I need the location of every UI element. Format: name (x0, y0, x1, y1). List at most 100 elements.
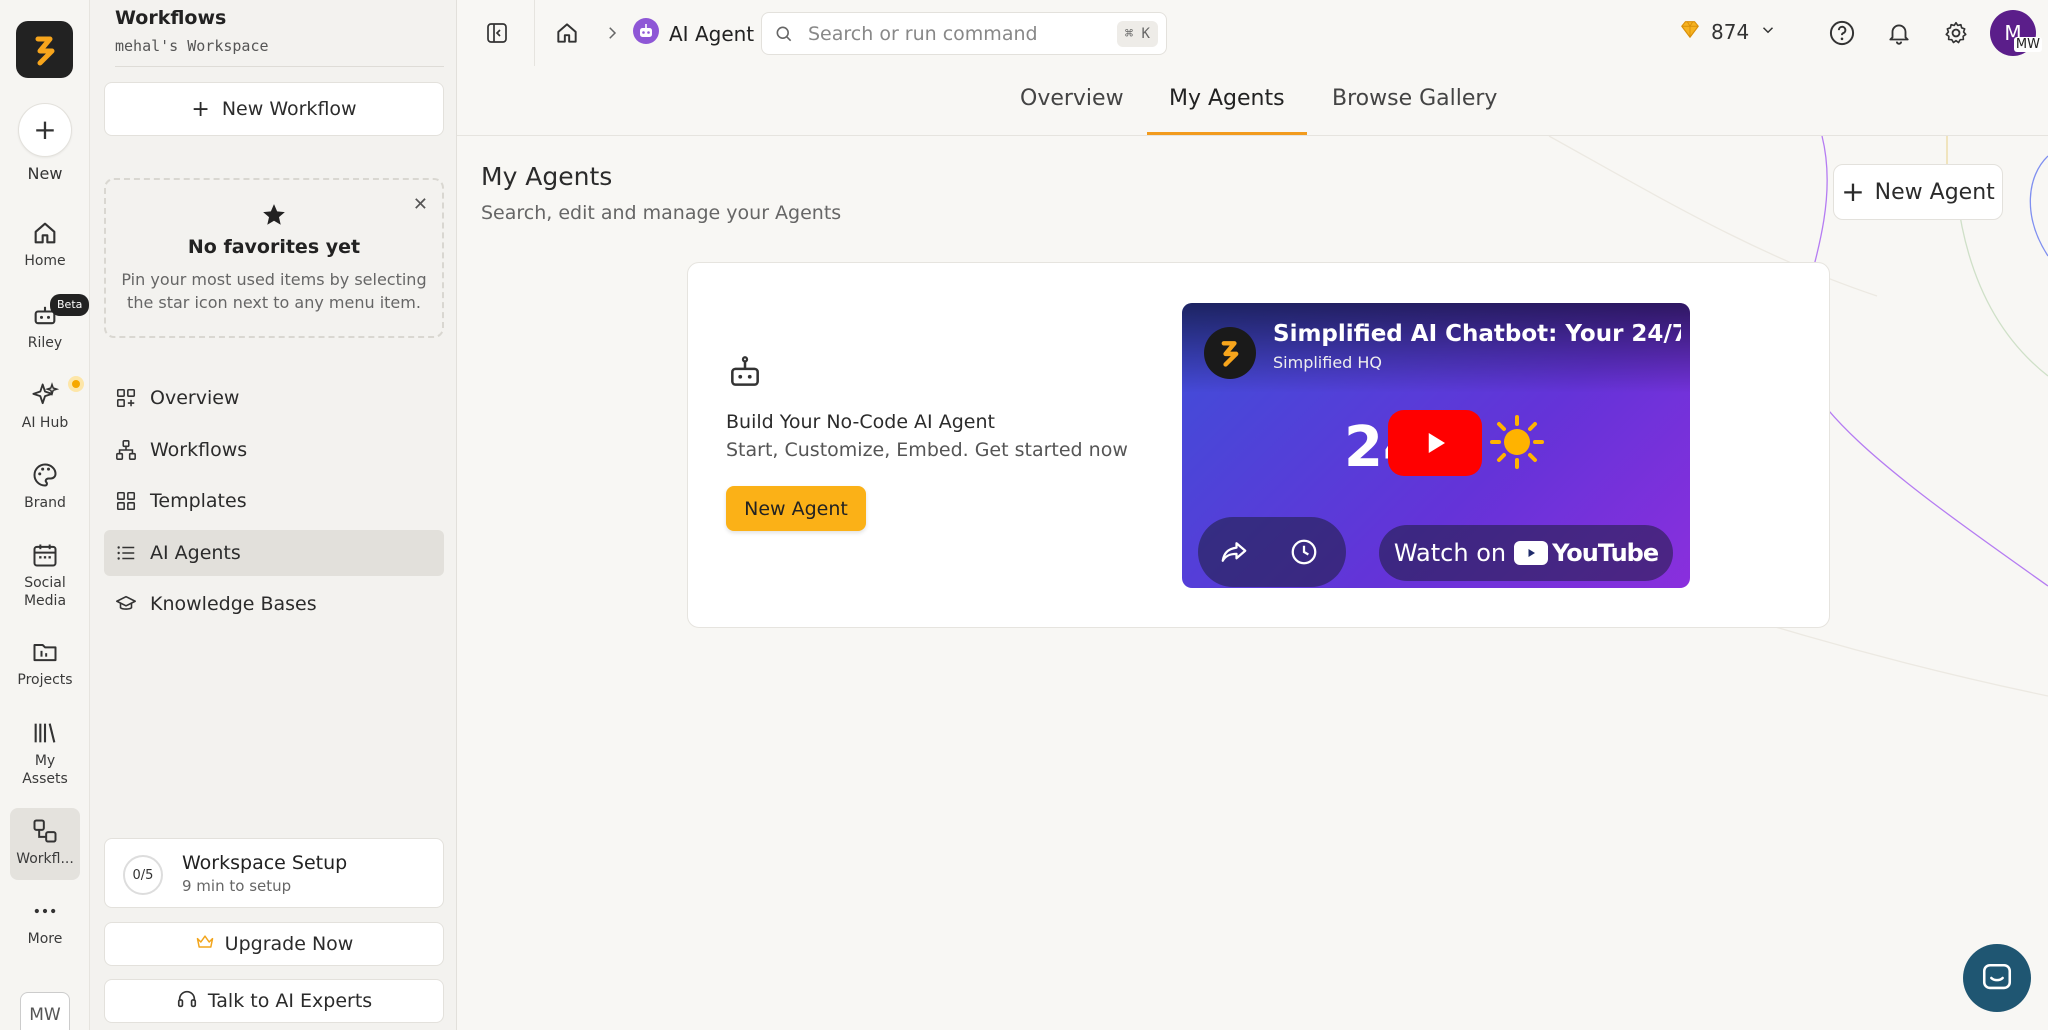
workspace-setup[interactable]: 0/5 Workspace Setup 9 min to setup (104, 838, 444, 908)
gear-icon[interactable] (1941, 18, 1971, 48)
card-new-agent-button[interactable]: New Agent (726, 486, 866, 531)
play-button[interactable] (1388, 410, 1482, 476)
workspace-name[interactable]: mehal's Workspace (115, 37, 269, 55)
close-icon[interactable]: ✕ (413, 194, 428, 215)
page-subtitle: Search, edit and manage your Agents (481, 202, 842, 224)
search-icon (774, 24, 794, 48)
plus-icon: + (1841, 175, 1865, 208)
gem-icon (1679, 18, 1701, 45)
play-icon (1428, 433, 1445, 453)
new-button[interactable]: + (18, 103, 72, 157)
rail-item-label: My Assets (22, 753, 68, 787)
workflow-icon (30, 816, 60, 846)
collapse-sidebar-icon[interactable] (482, 18, 512, 48)
sidebar-item-label: Workflows (150, 438, 248, 461)
youtube-play-icon (1514, 541, 1549, 565)
graduation-cap-icon (114, 592, 138, 616)
main-content: My Agents Search, edit and manage your A… (457, 136, 2048, 1030)
star-icon (261, 202, 287, 232)
video-title[interactable]: Simplified AI Chatbot: Your 24/7 AI Agen… (1273, 321, 1681, 347)
divider (534, 0, 535, 66)
rail-item-home[interactable]: Home (10, 218, 80, 270)
tab-overview[interactable]: Overview (1020, 86, 1124, 111)
headset-icon (176, 988, 198, 1015)
youtube-wordmark: YouTube (1552, 539, 1659, 567)
rail-item-label: Home (24, 253, 66, 269)
watch-on-youtube-button[interactable]: Watch on YouTube (1379, 525, 1673, 581)
rail-item-my-assets[interactable]: My Assets (10, 718, 80, 788)
bell-icon[interactable] (1884, 18, 1914, 48)
rail-item-label: Projects (17, 672, 73, 688)
talk-to-experts-button[interactable]: Talk to AI Experts (104, 979, 444, 1023)
user-avatar-mini[interactable]: MW (20, 992, 70, 1030)
sidebar-item-knowledge-bases[interactable]: Knowledge Bases (104, 581, 444, 627)
divider (115, 66, 444, 67)
home-icon (30, 218, 60, 248)
rail-item-workflows[interactable]: Workfl... (10, 808, 80, 880)
more-dots-icon (30, 896, 60, 926)
app-rail: + New Home Beta Riley AI Hub Brand Socia… (0, 0, 90, 1030)
active-tab-indicator (1147, 132, 1307, 135)
share-icon[interactable] (1218, 537, 1250, 571)
agent-intro-card: Build Your No-Code AI Agent Start, Custo… (687, 262, 1830, 628)
home-icon[interactable] (552, 18, 582, 48)
flow-icon (114, 438, 138, 462)
chat-support-button[interactable] (1963, 944, 2031, 1012)
sidebar-item-workflows[interactable]: Workflows (104, 427, 444, 473)
youtube-logo: YouTube (1514, 539, 1659, 567)
robot-icon (726, 353, 764, 395)
palette-icon (30, 460, 60, 490)
favorites-text: Pin your most used items by selecting th… (121, 270, 427, 312)
user-avatar[interactable]: M MW (1990, 10, 2042, 56)
card-heading: Build Your No-Code AI Agent (726, 411, 995, 433)
rail-item-social-media[interactable]: Social Media (10, 540, 80, 610)
tab-my-agents[interactable]: My Agents (1169, 86, 1285, 111)
sparkle-icon (30, 380, 60, 410)
plus-icon: + (33, 113, 57, 146)
rail-item-label: Social Media (23, 575, 67, 609)
plus-icon: + (191, 96, 210, 122)
shortcut-badge: ⌘ K (1116, 21, 1158, 47)
simplified-logo[interactable] (16, 21, 73, 78)
watch-later-icon[interactable] (1288, 537, 1320, 571)
sidebar-item-templates[interactable]: Templates (104, 478, 444, 524)
new-workflow-label: New Workflow (221, 98, 357, 120)
card-text: Start, Customize, Embed. Get started now (726, 439, 1128, 461)
tab-browse-gallery[interactable]: Browse Gallery (1332, 86, 1497, 111)
page-tabs: Overview My Agents Browse Gallery (457, 66, 2048, 136)
beta-badge: Beta (50, 294, 90, 316)
help-icon[interactable] (1827, 18, 1857, 48)
new-workflow-button[interactable]: + New Workflow (104, 82, 444, 136)
new-agent-button[interactable]: + New Agent (1833, 164, 2003, 220)
sidebar-item-ai-agents[interactable]: AI Agents (104, 529, 444, 576)
video-controls (1198, 517, 1346, 587)
logo-icon (35, 36, 54, 65)
sidebar-nav: Overview Workflows Templates AI Agents K… (104, 375, 444, 633)
top-bar: AI Agent ⌘ K 874 M MW (457, 0, 2048, 66)
credits-dropdown[interactable]: 874 (1679, 18, 1777, 45)
youtube-video-embed[interactable]: Simplified AI Chatbot: Your 24/7 AI Agen… (1182, 303, 1690, 588)
chevron-down-icon (1759, 20, 1777, 44)
calendar-icon (30, 540, 60, 570)
breadcrumb-label: AI Agent (669, 21, 755, 46)
breadcrumb[interactable]: AI Agent (633, 18, 754, 49)
rail-item-label: AI Hub (21, 415, 69, 431)
upgrade-now-button[interactable]: Upgrade Now (104, 922, 444, 966)
agent-avatar-icon (633, 18, 659, 49)
avatar-initials-badge: MW (2013, 37, 2042, 52)
setup-subtitle: 9 min to setup (182, 877, 292, 895)
channel-avatar[interactable] (1204, 327, 1256, 379)
rail-item-riley[interactable]: Beta Riley (10, 294, 90, 352)
sidebar-item-label: AI Agents (150, 541, 241, 564)
command-search[interactable]: ⌘ K (761, 12, 1167, 55)
chevron-right-icon (597, 18, 627, 48)
rail-item-more[interactable]: More (10, 896, 80, 948)
sidebar-item-overview[interactable]: Overview (104, 375, 444, 421)
rail-item-ai-hub[interactable]: AI Hub (10, 376, 84, 432)
rail-item-label: More (27, 931, 63, 947)
search-input[interactable] (808, 21, 1108, 47)
video-channel[interactable]: Simplified HQ (1273, 353, 1382, 372)
talk-label: Talk to AI Experts (207, 990, 373, 1012)
rail-item-brand[interactable]: Brand (10, 460, 80, 512)
rail-item-projects[interactable]: Projects (10, 637, 80, 689)
